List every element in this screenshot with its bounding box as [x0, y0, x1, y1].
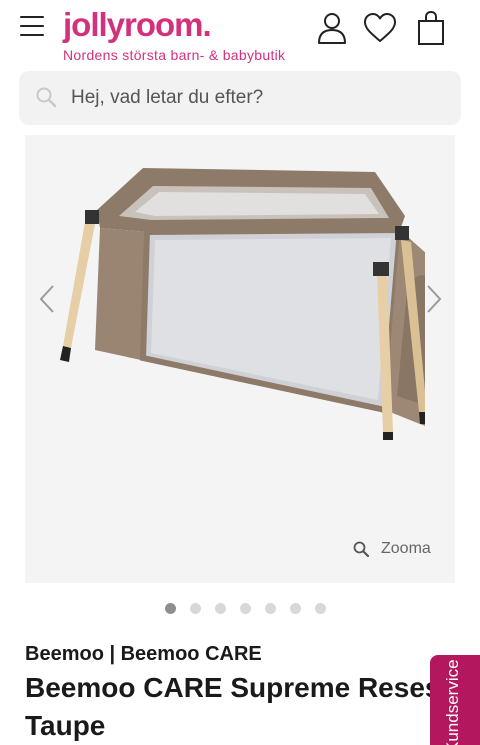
customer-service-tab[interactable]: Kundservice [430, 655, 480, 745]
gallery-dot[interactable] [215, 603, 226, 614]
zoom-button[interactable]: Zooma [353, 538, 431, 560]
gallery-dot[interactable] [240, 603, 251, 614]
site-logo[interactable]: jollyroom. [63, 6, 212, 44]
gallery-pagination [165, 603, 340, 614]
gallery-dot[interactable] [165, 603, 176, 614]
gallery-dot[interactable] [290, 603, 301, 614]
heart-icon[interactable] [362, 10, 398, 46]
chevron-right-icon[interactable] [422, 283, 446, 315]
chevron-left-icon[interactable] [35, 283, 59, 315]
gallery-dot[interactable] [265, 603, 276, 614]
product-title: Beemoo CARE Supreme Resesäng Taupe [25, 672, 465, 741]
search-bar [19, 71, 461, 125]
zoom-label: Zooma [381, 540, 431, 557]
gallery-dot[interactable] [190, 603, 201, 614]
customer-service-label: Kundservice [443, 659, 462, 745]
account-icon[interactable] [314, 10, 350, 46]
zoom-icon [353, 541, 369, 557]
product-brand[interactable]: Beemoo | Beemoo CARE [25, 643, 262, 666]
search-input[interactable] [71, 79, 451, 117]
menu-icon[interactable] [20, 16, 44, 36]
site-header: jollyroom. Nordens största barn- & babyb… [0, 0, 480, 70]
product-gallery[interactable]: Zooma [25, 135, 455, 583]
product-page: jollyroom. Nordens största barn- & babyb… [0, 0, 480, 745]
product-image[interactable] [55, 150, 425, 440]
site-tagline: Nordens största barn- & babybutik [63, 47, 286, 63]
bag-icon[interactable] [413, 10, 449, 46]
gallery-dot[interactable] [315, 603, 326, 614]
search-icon [36, 87, 57, 108]
